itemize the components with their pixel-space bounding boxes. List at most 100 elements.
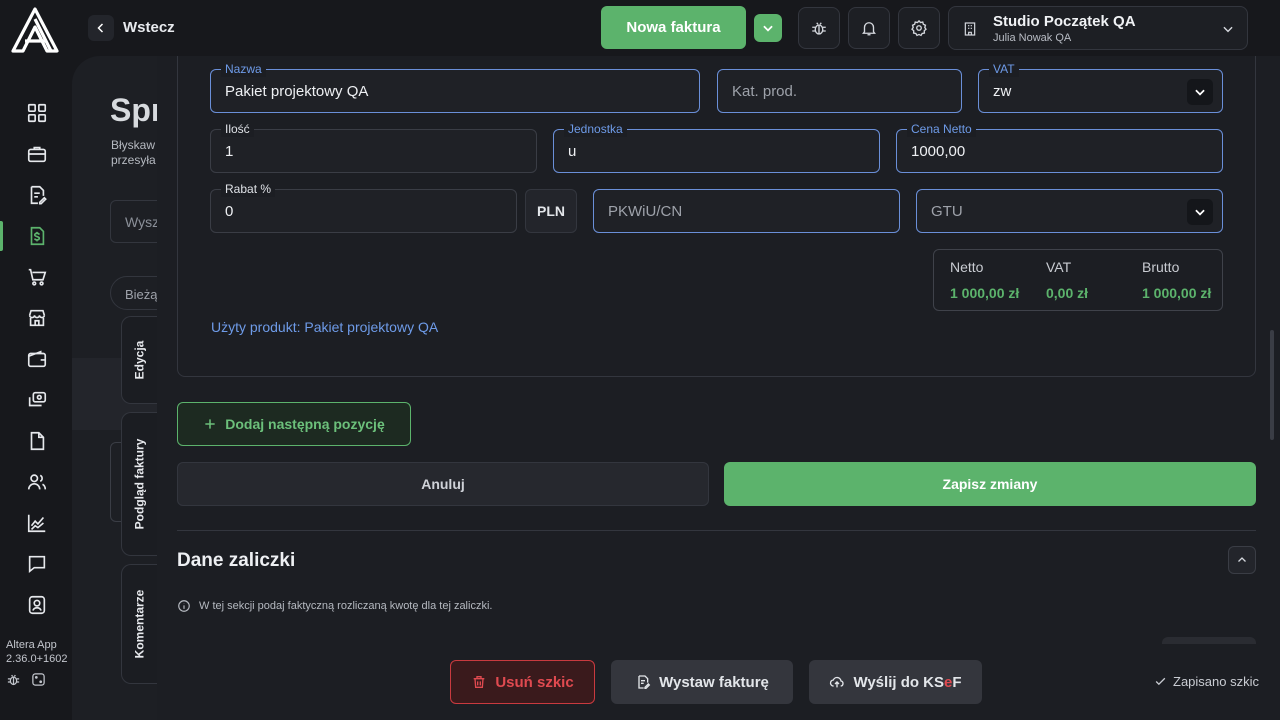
top-bar: Wstecz Nowa faktura Studio Początek QA J… xyxy=(72,0,1280,56)
new-invoice-dropdown[interactable] xyxy=(754,14,782,42)
advance-section-info: W tej sekcji podaj faktyczną rozliczaną … xyxy=(177,599,492,613)
section-divider xyxy=(177,530,1256,531)
used-product-link[interactable]: Użyty produkt: Pakiet projektowy QA xyxy=(211,319,438,335)
app-logo[interactable] xyxy=(11,7,59,53)
document-edit-icon xyxy=(30,185,47,205)
organization-switcher[interactable]: Studio Początek QA Julia Nowak QA xyxy=(948,6,1248,50)
nav-documents[interactable] xyxy=(22,180,52,210)
advance-section-title: Dane zaliczki xyxy=(177,550,296,571)
draft-saved-status: Zapisano szkic xyxy=(1154,674,1259,689)
nav-store[interactable] xyxy=(22,303,52,333)
notifications-button[interactable] xyxy=(848,7,890,49)
vat-rate-select[interactable]: VAT zw xyxy=(978,61,1223,113)
net-total-label: Netto xyxy=(950,259,984,275)
chat-icon xyxy=(28,555,46,574)
bell-icon xyxy=(862,22,876,36)
delete-draft-button[interactable]: Usuń szkic xyxy=(450,660,595,704)
send-to-ksef-button[interactable]: Wyślij do KSeF xyxy=(809,660,982,704)
app-version-number: 2.36.0+1602 xyxy=(6,653,68,665)
nav-reports[interactable] xyxy=(22,508,52,538)
net-price-field[interactable]: Cena Netto 1000,00 xyxy=(896,121,1223,173)
chevron-up-icon xyxy=(1238,557,1246,562)
quantity-label: Ilość xyxy=(221,121,254,137)
nav-files[interactable] xyxy=(22,426,52,456)
chevron-down-icon xyxy=(1195,209,1205,216)
document-edit-icon xyxy=(638,675,651,689)
save-changes-button[interactable]: Zapisz zmiany xyxy=(724,462,1256,506)
pkwiu-placeholder: PKWiU/CN xyxy=(608,203,683,220)
cart-icon xyxy=(28,268,47,286)
nav-profile[interactable] xyxy=(22,590,52,620)
new-invoice-button[interactable]: Nowa faktura xyxy=(601,6,746,49)
trash-icon xyxy=(473,676,485,688)
app-version-name: Altera App xyxy=(6,639,57,651)
wallet-icon xyxy=(27,350,47,368)
gross-total-value: 1 000,00 zł xyxy=(1142,285,1212,301)
users-icon xyxy=(27,474,47,490)
delete-draft-label: Usuń szkic xyxy=(495,673,574,691)
chevron-down-icon xyxy=(1195,89,1205,96)
back-label[interactable]: Wstecz xyxy=(123,19,175,36)
draft-saved-label: Zapisano szkic xyxy=(1173,674,1259,689)
background-page-description: Błyskaw przesyła xyxy=(111,138,156,168)
bottom-action-bar: Usuń szkic Wystaw fakturę Wyślij do KSeF… xyxy=(157,644,1280,720)
chevron-down-icon xyxy=(763,25,773,32)
vat-dropdown-toggle[interactable] xyxy=(1187,79,1213,105)
cancel-button[interactable]: Anuluj xyxy=(177,462,709,506)
item-name-field[interactable]: Nazwa Pakiet projektowy QA xyxy=(210,61,700,113)
vat-total-label: VAT xyxy=(1046,259,1072,275)
nav-messages[interactable] xyxy=(22,549,52,579)
net-total-value: 1 000,00 zł xyxy=(950,285,1020,301)
vat-rate-label: VAT xyxy=(989,61,1019,77)
discount-field[interactable]: Rabat % 0 xyxy=(210,181,517,233)
chart-line-icon xyxy=(27,514,46,533)
panel-scrollbar[interactable] xyxy=(1270,330,1274,440)
gross-total-label: Brutto xyxy=(1142,259,1180,275)
nav-cart[interactable] xyxy=(22,262,52,292)
item-name-label: Nazwa xyxy=(221,61,266,77)
net-price-value: 1000,00 xyxy=(911,143,966,160)
tab-comments[interactable]: Komentarze xyxy=(121,564,157,684)
file-icon xyxy=(30,431,45,451)
nav-wallet[interactable] xyxy=(22,344,52,374)
settings-button[interactable] xyxy=(898,7,940,49)
nav-briefcase[interactable] xyxy=(22,139,52,169)
debug-button[interactable] xyxy=(798,7,840,49)
background-desc-line1: Błyskaw xyxy=(111,138,156,152)
background-search-placeholder: Wysz xyxy=(125,214,160,230)
bug-icon xyxy=(812,22,826,35)
unit-value: u xyxy=(568,143,577,160)
gtu-select[interactable]: GTU xyxy=(916,189,1223,233)
product-category-placeholder: Kat. prod. xyxy=(732,83,798,100)
nav-invoices[interactable] xyxy=(0,221,52,251)
item-name-value: Pakiet projektowy QA xyxy=(225,83,369,100)
background-desc-line2: przesyła xyxy=(111,153,156,167)
unit-field[interactable]: Jednostka u xyxy=(553,121,880,173)
background-filter-chip-label: Bieżą xyxy=(125,287,158,302)
send-to-ksef-prefix: Wyślij do KS xyxy=(853,673,945,691)
product-category-field[interactable]: Kat. prod. xyxy=(717,69,962,113)
quantity-field[interactable]: Ilość 1 xyxy=(210,121,537,173)
add-next-item-label: Dodaj następną pozycję xyxy=(225,416,385,432)
tab-edit[interactable]: Edycja xyxy=(121,316,157,404)
tab-invoice-preview[interactable]: Podgląd faktury xyxy=(121,412,157,556)
gtu-dropdown-toggle[interactable] xyxy=(1187,199,1213,225)
nav-transfers[interactable] xyxy=(22,385,52,415)
chevron-down-icon xyxy=(1223,26,1233,33)
invoice-editor-panel: Nazwa Pakiet projektowy QA Kat. prod. VA… xyxy=(157,56,1280,720)
plus-icon xyxy=(205,419,215,429)
bug-icon[interactable] xyxy=(6,672,21,687)
issue-invoice-button[interactable]: Wystaw fakturę xyxy=(611,660,793,704)
dice-icon[interactable] xyxy=(31,672,46,687)
nav-dashboard[interactable] xyxy=(22,98,52,128)
tab-invoice-preview-label: Podgląd faktury xyxy=(132,438,147,530)
back-button[interactable] xyxy=(88,15,114,41)
pkwiu-field[interactable]: PKWiU/CN xyxy=(593,189,900,233)
advance-section-collapse-button[interactable] xyxy=(1228,546,1256,574)
background-page-title: Spr xyxy=(110,92,164,128)
nav-contacts[interactable] xyxy=(22,467,52,497)
item-totals-box: Netto 1 000,00 zł VAT 0,00 zł Brutto 1 0… xyxy=(933,249,1223,311)
add-next-item-button[interactable]: Dodaj następną pozycję xyxy=(177,402,411,446)
check-icon xyxy=(1155,677,1166,686)
organization-user: Julia Nowak QA xyxy=(993,32,1072,44)
